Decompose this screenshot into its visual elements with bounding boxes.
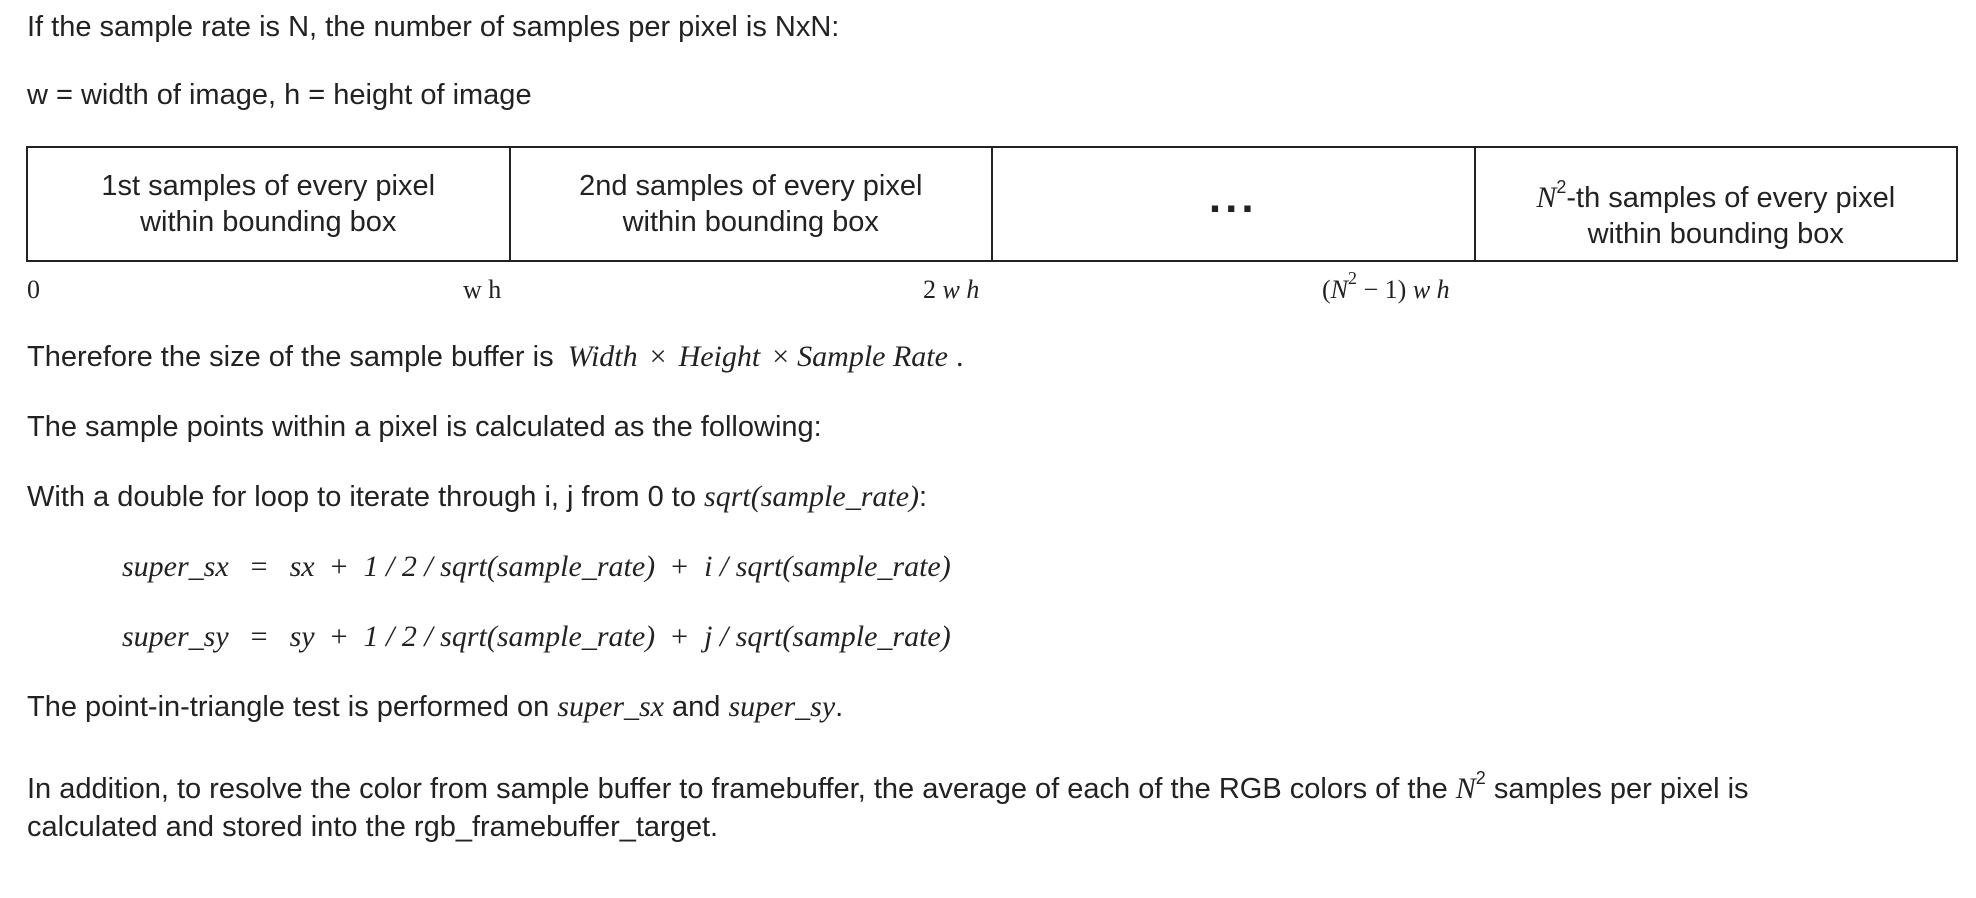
offset-label-0: 0 [27,275,40,304]
equation-body: super_sx = sx +1 / 2 / sqrt(sample_rate) + i … [122,550,951,583]
rate-term: Sample Rate [797,340,948,373]
offset-label-last: (N2 − 1) w h [1322,269,1450,306]
plus-sign: + [330,550,348,583]
eq-var: sx [289,550,315,583]
sample-points-sentence: The sample points within a pixel is calc… [27,411,822,443]
test-var-sy: super_sy [728,690,836,723]
n-symbol: N [1536,181,1557,214]
times-symbol: × [772,340,790,373]
offset-exp: 2 [1348,268,1358,288]
intro-line-2: w = width of image, h = height of image [27,79,532,111]
eq-var: sy [289,620,315,653]
sample-buffer-diagram: 1st samples of every pixel within boundi… [26,146,1958,262]
width-term: Width [567,340,638,373]
buffer-cell-last-samples: N2-th samples of every pixel within boun… [1476,148,1957,260]
buffer-size-prefix: Therefore the size of the sample buffer … [27,341,554,373]
buffer-size-sentence: Therefore the size of the sample buffer … [27,338,963,376]
eq-lhs: super_sy [122,620,229,653]
eq-lhs: super_sx [122,550,229,583]
plus-sign: + [330,620,348,653]
offset-wh: w h [1412,275,1450,304]
eq-half: 1 / 2 / sqrt(sample_rate) [363,620,656,653]
equation-super-sy: super_sy = sy +1 / 2 / sqrt(sample_rate) + j … [122,618,951,656]
n-symbol: N [1455,772,1476,805]
offset-coef: 2 [923,275,936,304]
exponent: 2 [1556,177,1567,197]
eq-sign: = [250,550,268,583]
intro-line-1: If the sample rate is N, the number of s… [27,11,840,43]
test-prefix: The point-in-triangle test is performed … [27,691,550,723]
eq-half: 1 / 2 / sqrt(sample_rate) [363,550,656,583]
offset-open: ( [1322,275,1331,304]
buffer-size-formula: Width × Height × Sample Rate. [568,340,964,373]
plus-sign: + [671,550,689,583]
offset-n: N [1330,275,1349,304]
loop-expr: sqrt(sample_rate) [704,480,920,513]
period: . [955,340,964,373]
eq-sign: = [250,620,268,653]
exponent: 2 [1475,768,1486,788]
equation-super-sx: super_sx = sx +1 / 2 / sqrt(sample_rate) + i … [122,548,951,586]
cell-line: within bounding box [1587,218,1844,250]
plus-sign: + [671,620,689,653]
loop-prefix: With a double for loop to iterate throug… [27,481,696,513]
resolve-suffix: samples per pixel is [1493,773,1749,805]
resolve-line-1: In addition, to resolve the color from s… [27,768,1749,808]
times-symbol: × [649,340,667,373]
buffer-cell-first-samples: 1st samples of every pixel within boundi… [28,148,511,260]
buffer-cell-ellipsis: ... [993,148,1476,260]
cell-line: 2nd samples of every pixel [579,170,923,202]
ellipsis: ... [1208,173,1258,222]
loop-suffix: : [919,481,928,513]
cell-line-rest: -th samples of every pixel [1566,182,1896,214]
offset-label-wh: w h [463,275,502,304]
eq-frac: j / sqrt(sample_rate) [704,620,951,653]
offset-minus: − 1) [1357,275,1407,304]
offset-wh: w h [942,275,980,304]
resolve-line-2: calculated and stored into the rgb_frame… [27,811,719,843]
cell-line: 1st samples of every pixel [101,170,436,202]
offset-label-2wh: 2 w h [923,274,979,306]
cell-line: within bounding box [140,206,397,238]
eq-frac: i / sqrt(sample_rate) [704,550,951,583]
resolve-prefix: In addition, to resolve the color from s… [27,773,1448,805]
equation-body: super_sy = sy +1 / 2 / sqrt(sample_rate) + j … [122,620,951,653]
loop-sentence: With a double for loop to iterate throug… [27,478,927,516]
cell-line: within bounding box [622,206,879,238]
test-and: and [672,691,721,723]
cell-line: N2-th samples of every pixel [1536,177,1896,216]
height-term: Height [678,340,761,373]
triangle-test-sentence: The point-in-triangle test is performed … [27,688,843,726]
buffer-cell-second-samples: 2nd samples of every pixel within boundi… [511,148,993,260]
test-var-sx: super_sx [557,690,664,723]
test-suffix: . [835,691,844,723]
